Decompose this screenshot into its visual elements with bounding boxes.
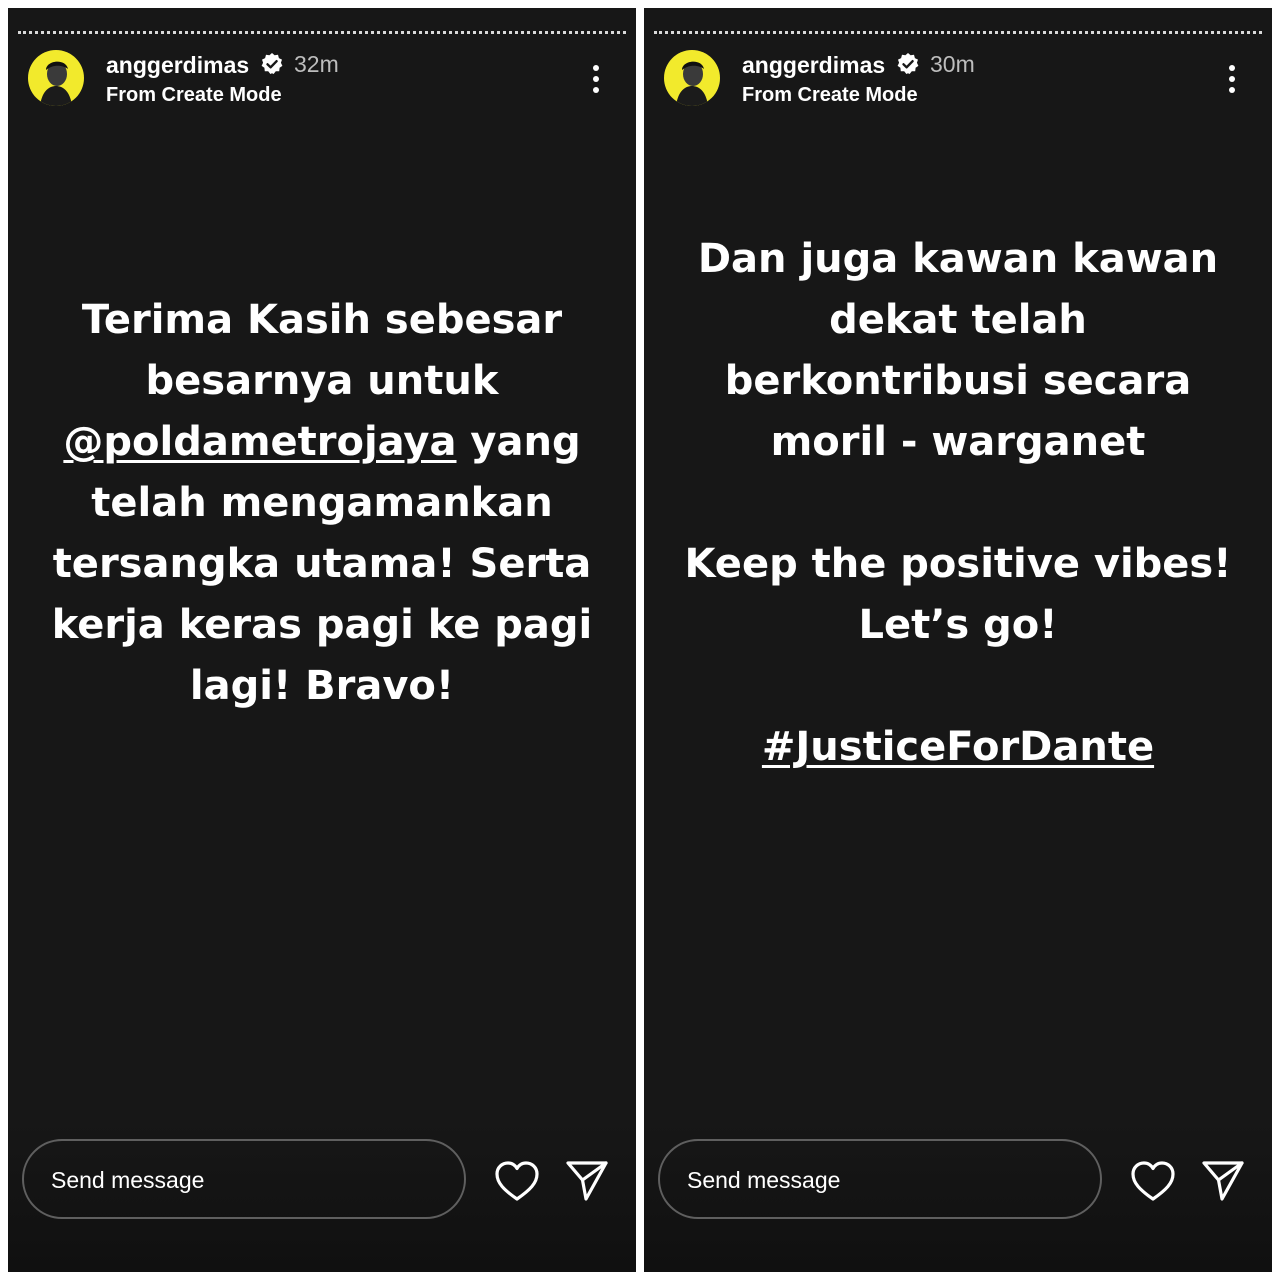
story-text-content: Dan juga kawan kawan dekat telah berkont… xyxy=(664,229,1252,778)
send-icon[interactable] xyxy=(1201,1159,1245,1203)
verified-badge-icon xyxy=(897,53,919,74)
story-subtitle: From Create Mode xyxy=(742,84,918,106)
heart-icon[interactable] xyxy=(1130,1160,1176,1202)
send-message-placeholder: Send message xyxy=(51,1167,205,1193)
story-text-line: dekat telah xyxy=(829,297,1087,343)
story-time-ago: 30m xyxy=(930,51,975,77)
avatar[interactable] xyxy=(664,50,720,106)
story-reply-bar: Send message xyxy=(8,1122,636,1272)
avatar-portrait-icon xyxy=(676,61,708,106)
more-vertical-icon[interactable] xyxy=(1228,64,1236,94)
story-text-line: kerja keras pagi ke pagi xyxy=(51,602,593,648)
story-username[interactable]: anggerdimas xyxy=(106,52,249,79)
avatar[interactable] xyxy=(28,50,84,106)
story-header: anggerdimas 30m From Create Mode xyxy=(664,50,1252,106)
send-icon[interactable] xyxy=(565,1159,609,1203)
story-text-line: Dan juga kawan kawan xyxy=(697,236,1219,282)
story-header: anggerdimas 32m From Create Mode xyxy=(28,50,616,106)
story-progress-bar xyxy=(654,31,1262,34)
story-subtitle: From Create Mode xyxy=(106,84,282,106)
send-message-input[interactable]: Send message xyxy=(22,1139,466,1219)
story-text-line: moril - warganet xyxy=(770,419,1146,465)
screenshot-canvas: anggerdimas 32m From Create Mode Terima … xyxy=(0,0,1280,1280)
story-panel-right[interactable]: anggerdimas 30m From Create Mode Dan jug… xyxy=(644,8,1272,1272)
story-reply-bar: Send message xyxy=(644,1122,1272,1272)
story-text-line: #JusticeForDante xyxy=(664,717,1252,778)
story-progress-bar xyxy=(18,31,626,34)
story-text-fragment: yang xyxy=(456,419,581,465)
story-text-content: Terima Kasih sebesar besarnya untuk @pol… xyxy=(28,290,616,717)
verified-badge-icon xyxy=(261,53,283,74)
story-text-line: @poldametrojaya yang xyxy=(28,412,616,473)
more-vertical-icon[interactable] xyxy=(592,64,600,94)
story-panel-left[interactable]: anggerdimas 32m From Create Mode Terima … xyxy=(8,8,636,1272)
hashtag-link[interactable]: #JusticeForDante xyxy=(762,724,1154,770)
story-text-line: besarnya untuk xyxy=(145,358,499,404)
send-message-placeholder: Send message xyxy=(687,1167,841,1193)
avatar-portrait-icon xyxy=(40,61,72,106)
story-text-line: Keep the positive vibes! xyxy=(684,541,1232,587)
story-text-line: telah mengamankan xyxy=(91,480,553,526)
heart-icon[interactable] xyxy=(494,1160,540,1202)
story-text-line: lagi! Bravo! xyxy=(189,663,455,709)
story-text-line: Terima Kasih sebesar xyxy=(81,297,563,343)
story-text-line: tersangka utama! Serta xyxy=(52,541,592,587)
mention-link[interactable]: @poldametrojaya xyxy=(63,419,456,465)
story-text-line: berkontribusi secara xyxy=(724,358,1192,404)
story-text-spacer xyxy=(664,473,1252,534)
send-message-input[interactable]: Send message xyxy=(658,1139,1102,1219)
story-username[interactable]: anggerdimas xyxy=(742,52,885,79)
story-text-line: Let’s go! xyxy=(858,602,1058,648)
story-text-spacer xyxy=(664,656,1252,717)
story-time-ago: 32m xyxy=(294,51,339,77)
